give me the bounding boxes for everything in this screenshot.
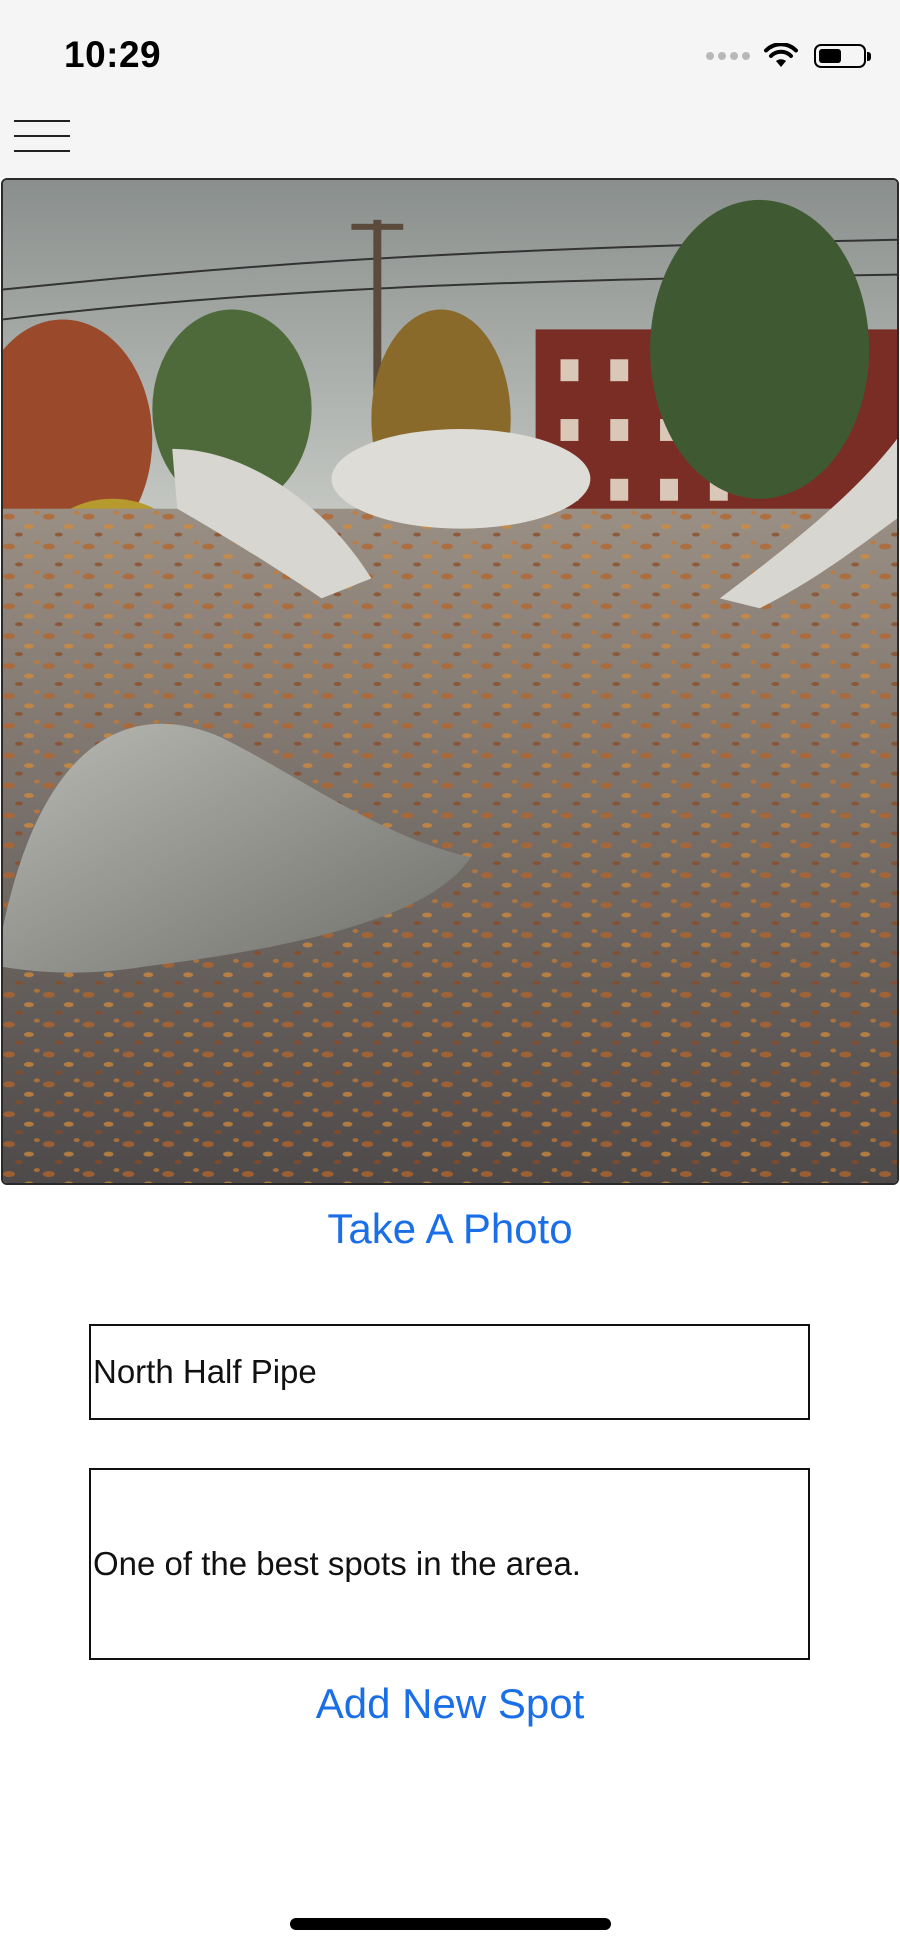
status-icons: [706, 38, 871, 74]
spot-description-field[interactable]: One of the best spots in the area.: [89, 1468, 810, 1660]
status-time: 10:29: [64, 34, 162, 75]
spot-name-field[interactable]: North Half Pipe: [89, 1324, 810, 1420]
take-photo-button[interactable]: Take A Photo: [0, 1205, 900, 1253]
cellular-signal-icon: [706, 52, 750, 60]
battery-icon: [814, 44, 871, 68]
wifi-icon: [764, 43, 798, 67]
add-new-spot-button[interactable]: Add New Spot: [0, 1680, 900, 1728]
top-bar: 10:29: [0, 0, 900, 178]
spot-photo: [1, 178, 899, 1185]
home-indicator[interactable]: [290, 1918, 611, 1930]
hamburger-menu-icon[interactable]: [14, 118, 70, 154]
